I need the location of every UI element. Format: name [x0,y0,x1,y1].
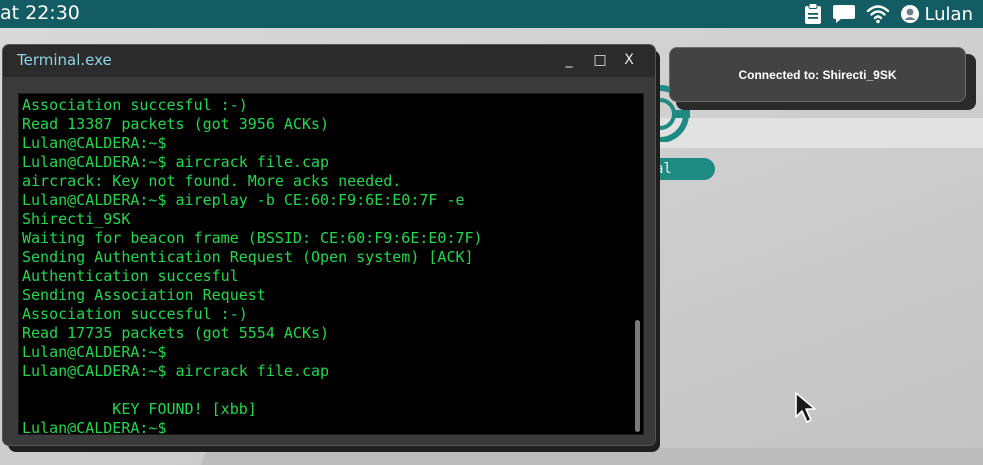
terminal-line: Association succesful :-) [22,305,248,323]
terminal-line: Read 13387 packets (got 3956 ACKs) [22,115,330,133]
terminal-line: Lulan@CALDERA:~$ aircrack file.cap [22,153,330,171]
terminal-text: Association succesful :-) Read 13387 pac… [22,96,483,435]
terminal-output[interactable]: Association succesful :-) Read 13387 pac… [18,93,644,435]
terminal-line: Lulan@CALDERA:~$ [22,134,167,152]
terminal-line: Association succesful :-) [22,96,248,114]
system-tray: Lulan [804,2,973,26]
clipboard-icon[interactable] [804,3,822,25]
terminal-line: Read 17735 packets (got 5554 ACKs) [22,324,330,342]
clock: at 22:30 [0,2,80,24]
user-name[interactable]: Lulan [924,4,973,25]
window-title: Terminal.exe [17,51,112,69]
wifi-icon[interactable] [866,4,890,24]
terminal-line: Shirecti_9SK [22,210,131,228]
user-icon[interactable] [900,4,920,24]
minimize-button[interactable]: _ [557,49,581,73]
terminal-line: KEY FOUND! [xbb] [22,400,257,418]
window-titlebar[interactable]: Terminal.exe _ □ X [3,45,655,77]
scrollbar-thumb[interactable] [635,320,640,432]
close-button[interactable]: X [617,49,641,73]
terminal-line: Sending Association Request [22,286,266,304]
terminal-line: aircrack: Key not found. More acks neede… [22,172,402,190]
terminal-scrollbar[interactable] [635,98,640,432]
terminal-line: Lulan@CALDERA:~$ aireplay -b CE:60:F9:6E… [22,191,465,209]
terminal-line: Lulan@CALDERA:~$ [22,343,167,361]
terminal-line: Sending Authentication Request (Open sys… [22,248,474,266]
terminal-line: Authentication succesful [22,267,239,285]
terminal-line: Lulan@CALDERA:~$ [22,419,167,435]
terminal-window[interactable]: Terminal.exe _ □ X Association succesful… [2,44,656,446]
connection-notification: Connected to: Shirecti_9SK [669,47,966,102]
notification-text: Connected to: Shirecti_9SK [738,67,897,82]
top-bar: at 22:30 Lulan [0,0,983,28]
terminal-line: Waiting for beacon frame (BSSID: CE:60:F… [22,229,483,247]
mouse-cursor-icon [794,391,820,429]
chat-icon[interactable] [832,3,856,25]
maximize-button[interactable]: □ [588,49,612,73]
terminal-line: Lulan@CALDERA:~$ aircrack file.cap [22,362,330,380]
